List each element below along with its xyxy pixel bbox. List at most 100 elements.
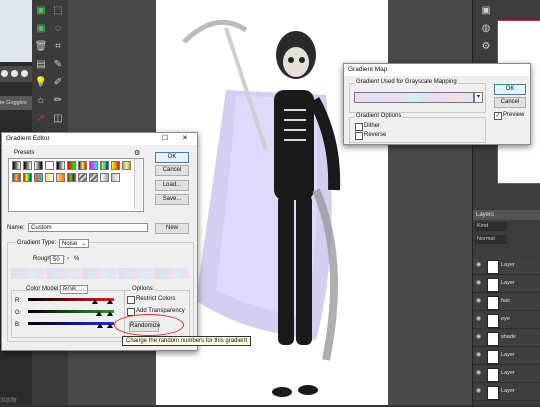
gradient-dropdown-button[interactable]: ▾ (474, 92, 483, 103)
layer-row[interactable]: ◉ hair (473, 294, 540, 311)
history-icon[interactable]: ▣ (479, 4, 493, 18)
eye-icon[interactable]: ◉ (476, 280, 483, 287)
panel-label: te Goggles (0, 96, 32, 110)
gradient-preset-swatch[interactable] (122, 161, 131, 170)
blue-slider-handle-end[interactable] (107, 323, 113, 328)
red-slider[interactable] (28, 298, 114, 301)
fill-icon[interactable]: ▤ (34, 58, 48, 72)
layer-row[interactable]: ◉ Layer (473, 348, 540, 365)
gradient-preset-swatch[interactable] (34, 173, 43, 182)
layers-icon[interactable]: ▣ (34, 22, 48, 36)
channel-g-label: G: (15, 310, 22, 316)
gradient-map-title: Gradient Map (344, 64, 530, 76)
gradient-map-ok-button[interactable]: OK (494, 84, 526, 95)
gradient-preset-swatch[interactable] (78, 161, 87, 170)
red-slider-handle[interactable] (92, 299, 98, 304)
gradient-map-cancel-button[interactable]: Cancel (494, 97, 526, 108)
layer-row[interactable]: ◉ Layer (473, 366, 540, 383)
gradient-preset-swatch[interactable] (100, 173, 109, 182)
preset-grid (12, 161, 134, 194)
gradient-preset-swatch[interactable] (34, 161, 43, 170)
eye-icon[interactable]: ◉ (476, 334, 483, 341)
restrict-colors-label: Restrict Colors (136, 296, 176, 302)
eraser-icon[interactable]: ◫ (51, 112, 65, 126)
gradient-preset-swatch[interactable] (12, 161, 21, 170)
trash-icon[interactable]: 🗑 (34, 40, 48, 54)
eye-icon[interactable]: ◉ (476, 388, 483, 395)
pencil-icon[interactable]: ✏ (51, 94, 65, 108)
gradient-preset-swatch[interactable] (89, 161, 98, 170)
load-button[interactable]: Load... (155, 180, 189, 191)
dot-icon[interactable] (1, 70, 8, 77)
adjust-icon[interactable]: ◍ (479, 22, 493, 36)
blend-mode-select[interactable]: Normal (475, 235, 507, 244)
gradient-preset-swatch[interactable] (78, 173, 87, 182)
chevron-down-icon: ⌄ (81, 241, 87, 247)
layer-row[interactable]: ◉ Layer (473, 384, 540, 401)
lightbulb-icon[interactable]: 💡 (34, 76, 48, 90)
eye-icon[interactable]: ◉ (476, 370, 483, 377)
dither-checkbox[interactable] (355, 123, 363, 131)
blue-slider-handle[interactable] (97, 323, 103, 328)
gradient-map-preview[interactable] (354, 92, 474, 103)
gradient-preset-swatch[interactable] (12, 173, 21, 182)
stamp-icon[interactable]: ⌂ (34, 94, 48, 108)
layer-filter[interactable]: Kind (475, 222, 507, 231)
restrict-colors-checkbox[interactable] (127, 296, 135, 304)
presets-scrollbar[interactable] (134, 159, 142, 209)
gradient-preset-swatch[interactable] (23, 161, 32, 170)
eye-icon[interactable]: ◉ (476, 316, 483, 323)
gradient-preset-swatch[interactable] (23, 173, 32, 182)
save-button[interactable]: Save... (155, 194, 189, 205)
layer-name: Layer (501, 352, 515, 358)
dot-icon[interactable] (11, 70, 18, 77)
lasso-icon[interactable]: ◌ (51, 22, 65, 36)
green-slider-handle-end[interactable] (107, 311, 113, 316)
gradient-preset-swatch[interactable] (45, 173, 54, 182)
preview-label: Preview (503, 112, 525, 118)
gradient-preset-swatch[interactable] (56, 161, 65, 170)
eye-icon[interactable]: ◉ (476, 262, 483, 269)
gradient-preset-swatch[interactable] (111, 173, 120, 182)
eye-icon[interactable]: ◉ (476, 298, 483, 305)
gradient-preset-swatch[interactable] (45, 161, 54, 170)
properties-icon[interactable]: ⚙ (479, 40, 493, 54)
maximize-icon[interactable]: ☐ (162, 133, 168, 145)
gradient-editor-title-text: Gradient Editor (6, 135, 50, 142)
green-slider-handle[interactable] (96, 311, 102, 316)
gradient-type-select[interactable]: Noise ⌄ (59, 239, 89, 248)
red-slider-handle-end[interactable] (107, 299, 113, 304)
brush-icon[interactable]: ✐ (51, 76, 65, 90)
preview-checkbox[interactable]: ✓ (494, 112, 502, 120)
cancel-button[interactable]: Cancel (155, 165, 189, 176)
layer-row[interactable]: ◉ Layer (473, 276, 540, 293)
dither-label: Dither (364, 123, 381, 129)
ok-button[interactable]: OK (155, 152, 189, 163)
gradient-preset-swatch[interactable] (111, 161, 120, 170)
crop-icon[interactable]: ⌗ (51, 40, 65, 54)
layer-thumbnail (487, 314, 499, 328)
close-icon[interactable]: ✕ (182, 133, 188, 145)
new-button[interactable]: New (155, 223, 189, 234)
image-icon[interactable]: ▣ (34, 4, 48, 18)
marquee-icon[interactable]: ⬚ (51, 4, 65, 18)
layer-row[interactable]: ◉ eye (473, 312, 540, 329)
gradient-preset-swatch[interactable] (67, 173, 76, 182)
layer-row[interactable]: ◉ Layer (473, 258, 540, 275)
gradient-preset-swatch[interactable] (67, 161, 76, 170)
layer-row[interactable]: ◉ shade (473, 330, 540, 347)
reverse-checkbox[interactable] (355, 132, 363, 140)
eye-icon[interactable]: ◉ (476, 352, 483, 359)
name-field[interactable]: Custom (28, 223, 148, 232)
gradient-preset-swatch[interactable] (89, 173, 98, 182)
gradient-preset-swatch[interactable] (100, 161, 109, 170)
randomize-tooltip: Change the random numbers for this gradi… (122, 336, 252, 346)
arrow-icon[interactable]: ➚ (34, 112, 48, 126)
layer-thumbnail (487, 260, 499, 274)
roughness-stepper-icon[interactable]: › (67, 256, 69, 262)
dot-icon[interactable] (21, 70, 28, 77)
eyedropper-icon[interactable]: ✎ (51, 58, 65, 72)
roughness-field[interactable]: 50 (50, 255, 64, 264)
gear-icon[interactable]: ⚙ (134, 149, 140, 157)
gradient-preset-swatch[interactable] (56, 173, 65, 182)
